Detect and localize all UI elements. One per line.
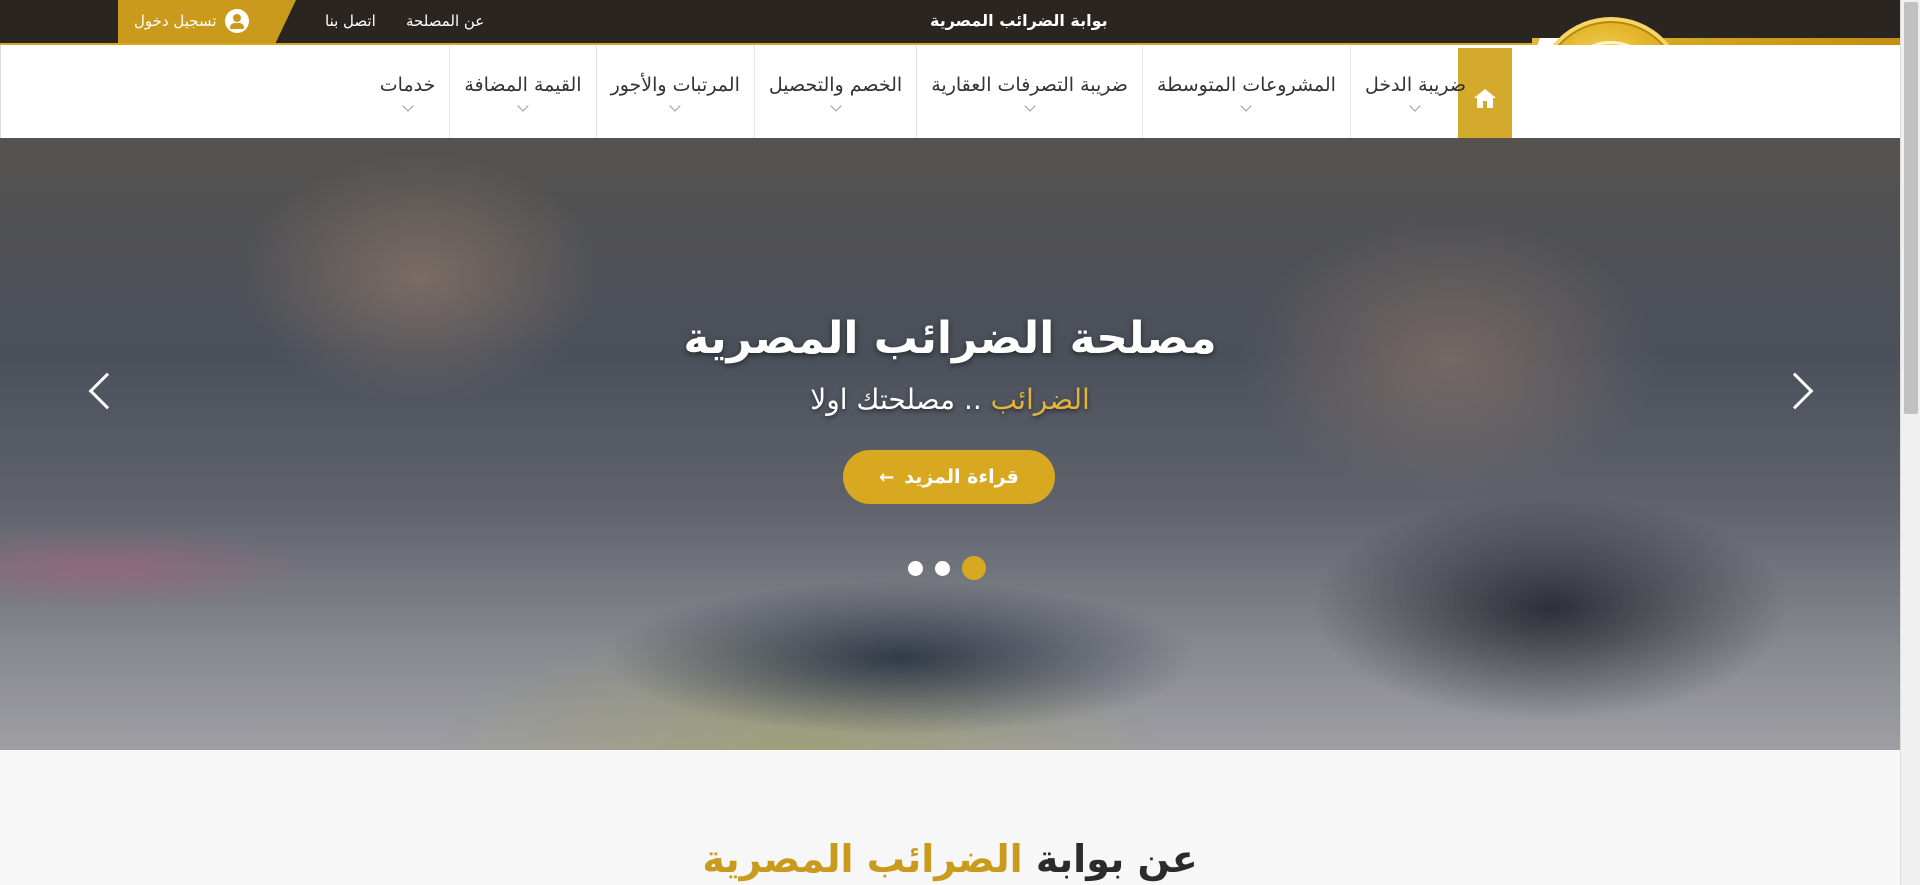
portal-title: بوابة الضرائب المصرية	[930, 11, 1108, 30]
chevron-down-icon	[401, 99, 414, 112]
nav-item-label: الخصم والتحصيل	[768, 73, 903, 96]
carousel-dot-2[interactable]	[935, 560, 950, 576]
read-more-button[interactable]: قراءة المزيد ←	[843, 450, 1055, 504]
user-icon	[224, 9, 249, 33]
chevron-down-icon	[1023, 99, 1036, 112]
nav-menu: ضريبة الدخل المشروعات المتوسطة ضريبة الت…	[366, 45, 1480, 138]
chevron-down-icon	[1240, 99, 1253, 112]
nav-item-label: القيمة المضافة	[464, 73, 582, 96]
nav-item-medium-enterprises[interactable]: المشروعات المتوسطة	[1141, 45, 1350, 138]
nav-item-label: ضريبة الدخل	[1364, 73, 1466, 96]
nav-item-services[interactable]: خدمات	[366, 45, 450, 138]
carousel-next-button[interactable]	[1776, 360, 1820, 420]
nav-item-real-estate-tax[interactable]: ضريبة التصرفات العقارية	[916, 45, 1142, 138]
hero-carousel: مصلحة الضرائب المصرية الضرائب .. مصلحتك …	[0, 138, 1900, 750]
nav-item-vat[interactable]: القيمة المضافة	[449, 45, 595, 138]
chevron-down-icon	[669, 99, 681, 112]
page-scrollbar[interactable]	[1900, 0, 1920, 885]
carousel-dot-3[interactable]	[962, 556, 986, 580]
carousel-indicators	[908, 556, 986, 580]
hero-title: مصلحة الضرائب المصرية	[683, 313, 1217, 364]
chevron-down-icon	[1409, 99, 1422, 112]
nav-item-label: ضريبة التصرفات العقارية	[931, 73, 1128, 96]
top-link-contact[interactable]: اتصل بنا	[325, 12, 376, 30]
about-title-prefix: عن بوابة	[1022, 837, 1198, 881]
arrow-left-icon: ←	[879, 466, 895, 488]
carousel-prev-button[interactable]	[80, 360, 126, 420]
chevron-right-icon	[1776, 372, 1814, 410]
login-label: تسجيل دخول	[134, 12, 217, 30]
nav-item-label: المشروعات المتوسطة	[1156, 73, 1336, 96]
nav-item-withholding[interactable]: الخصم والتحصيل	[753, 45, 916, 138]
chevron-down-icon	[829, 99, 842, 112]
nav-item-income-tax[interactable]: ضريبة الدخل	[1349, 45, 1480, 138]
hero-background-image	[0, 138, 1900, 750]
nav-item-salaries[interactable]: المرتبات والأجور	[595, 45, 754, 138]
nav-item-label: خدمات	[379, 73, 436, 96]
hero-subtitle-highlight: الضرائب	[990, 383, 1090, 416]
login-button[interactable]: تسجيل دخول	[134, 9, 249, 33]
top-link-about[interactable]: عن المصلحة	[406, 12, 484, 30]
read-more-label: قراءة المزيد	[904, 466, 1019, 488]
about-title-highlight: الضرائب المصرية	[702, 837, 1023, 881]
hero-subtitle-rest: .. مصلحتك اولا	[810, 383, 991, 416]
nav-item-label: المرتبات والأجور	[610, 73, 740, 96]
carousel-dot-1[interactable]	[908, 560, 923, 576]
scrollbar-thumb[interactable]	[1904, 2, 1918, 414]
about-section-title: عن بوابة الضرائب المصرية	[0, 837, 1900, 881]
hero-subtitle: الضرائب .. مصلحتك اولا	[0, 383, 1900, 416]
chevron-left-icon	[88, 372, 126, 410]
chevron-down-icon	[517, 99, 529, 112]
